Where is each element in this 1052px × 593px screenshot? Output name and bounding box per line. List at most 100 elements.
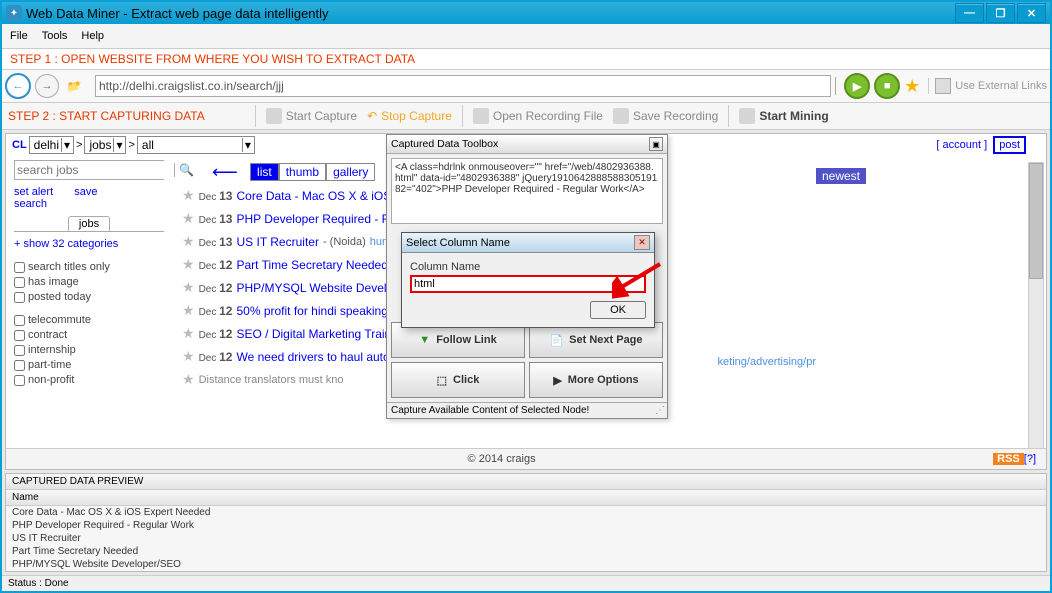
toolbox-status: Capture Available Content of Selected No… [391,405,589,416]
captured-html-box[interactable]: <A class=hdrlnk onmouseover="" href="/we… [391,158,663,224]
preview-title: CAPTURED DATA PREVIEW [6,474,1046,490]
filter-checkbox[interactable]: non-profit [14,374,164,386]
dialog-close-button[interactable]: ✕ [634,235,650,250]
preview-row[interactable]: Part Time Secretary Needed [6,545,1046,558]
more-options-button[interactable]: ▶More Options [529,362,663,398]
title-text: Web Data Miner - Extract web page data i… [26,6,329,21]
star-icon[interactable]: ★ [182,371,195,388]
stop-button[interactable]: ■ [874,73,900,99]
select-column-dialog: Select Column Name✕ Column Name OK [401,232,655,328]
click-button[interactable]: ⬚Click [391,362,525,398]
rss-button[interactable]: RSS [993,453,1024,465]
links-icon [935,78,951,94]
job-link[interactable]: 50% profit for hindi speaking b [236,304,397,318]
help-link[interactable]: [?] [1024,453,1036,465]
back-arrow-icon[interactable]: ⟵ [212,162,238,182]
favorites-icon[interactable]: 📁★ [63,75,91,97]
category-select[interactable]: all▾ [137,136,255,154]
undo-icon: ↶ [367,109,377,123]
forward-button[interactable]: → [35,74,59,98]
go-button[interactable]: ▶ [844,73,870,99]
back-button[interactable]: ← [5,73,31,99]
filter-checkbox[interactable]: search titles only [14,261,164,273]
cl-logo[interactable]: CL [12,139,27,151]
url-input[interactable] [95,75,831,97]
menu-help[interactable]: Help [81,30,104,42]
preview-row[interactable]: PHP Developer Required - Regular Work [6,519,1046,532]
app-icon: ✦ [6,5,22,21]
job-link[interactable]: We need drivers to haul auto p [236,350,399,364]
job-link[interactable]: PHP Developer Required - Re [236,212,397,226]
page-icon: 📄 [549,334,563,347]
search-link[interactable]: search [14,198,47,210]
external-links-button[interactable]: Use External Links [955,80,1047,92]
job-link[interactable]: Core Data - Mac OS X & iOS [236,189,391,203]
save-search-link[interactable]: save [74,186,97,198]
show-categories-link[interactable]: + show 32 categories [14,238,164,250]
sidebar: 🔍 set alert save search jobs + show 32 c… [14,160,164,394]
close-button[interactable]: ✕ [1017,3,1046,23]
arrow-down-icon: ▼ [419,334,430,346]
star-icon[interactable]: ★ [904,76,920,97]
star-icon[interactable]: ★ [182,279,195,296]
star-icon[interactable]: ★ [182,302,195,319]
job-date: Dec 13 [199,189,233,203]
toolbox-title: Captured Data Toolbox [391,138,498,150]
capture-toolbar: STEP 2 : START CAPTURING DATA Start Capt… [2,103,1050,130]
ok-button[interactable]: OK [590,301,646,319]
column-name-label: Column Name [410,261,646,273]
captured-data-preview: CAPTURED DATA PREVIEW Name Core Data - M… [5,473,1047,572]
job-link[interactable]: US IT Recruiter [236,235,318,249]
star-icon[interactable]: ★ [182,187,195,204]
menu-file[interactable]: File [10,30,28,42]
star-icon[interactable]: ★ [182,325,195,342]
preview-row[interactable]: PHP/MYSQL Website Developer/SEO [6,558,1046,571]
pick-icon [739,108,755,124]
filter-checkbox[interactable]: posted today [14,291,164,303]
start-capture-button[interactable]: Start Capture [266,108,357,124]
preview-row[interactable]: US IT Recruiter [6,532,1046,545]
preview-row[interactable]: Core Data - Mac OS X & iOS Expert Needed [6,506,1046,519]
job-link[interactable]: Part Time Secretary Needed - [236,258,395,272]
camera-icon [266,108,282,124]
filter-checkbox[interactable]: telecommute [14,314,164,326]
jobs-tab[interactable]: jobs [68,216,110,231]
location-select[interactable]: delhi▾ [29,136,74,154]
star-icon[interactable]: ★ [182,348,195,365]
filter-checkbox[interactable]: internship [14,344,164,356]
disk-icon [613,108,629,124]
set-alert-link[interactable]: set alert [14,186,53,198]
search-input[interactable] [15,161,174,179]
column-name-input[interactable] [410,275,646,293]
menu-tools[interactable]: Tools [42,30,68,42]
account-link[interactable]: account [943,139,982,151]
filter-checkbox[interactable]: has image [14,276,164,288]
stop-capture-button[interactable]: ↶Stop Capture [367,109,452,123]
options-icon: ▶ [553,374,561,387]
vertical-scrollbar[interactable] [1028,162,1044,449]
section-select[interactable]: jobs▾ [84,136,126,154]
preview-column-header[interactable]: Name [6,490,1046,506]
toolbox-collapse-button[interactable]: ▣ [649,137,663,151]
job-date: Dec 13 [199,235,233,249]
minimize-button[interactable]: — [955,3,984,23]
save-recording-button[interactable]: Save Recording [613,108,718,124]
filter-checkbox[interactable]: part-time [14,359,164,371]
post-button[interactable]: post [993,136,1026,154]
tab-thumb[interactable]: thumb [279,163,326,181]
start-mining-button[interactable]: Start Mining [739,108,828,124]
cursor-icon: ⬚ [437,374,447,387]
job-link[interactable]: SEO / Digital Marketing Train [236,327,391,341]
tab-list[interactable]: list [250,163,279,181]
resize-grip-icon[interactable]: ⋰ [655,405,663,416]
star-icon[interactable]: ★ [182,256,195,273]
tab-gallery[interactable]: gallery [326,163,375,181]
maximize-button[interactable]: ❐ [986,3,1015,23]
star-icon[interactable]: ★ [182,210,195,227]
job-link[interactable]: PHP/MYSQL Website Devel [236,281,386,295]
address-bar: ← → 📁★ ▶ ■ ★ Use External Links [2,69,1050,103]
open-recording-button[interactable]: Open Recording File [473,108,603,124]
newest-chip[interactable]: newest [816,168,866,184]
star-icon[interactable]: ★ [182,233,195,250]
filter-checkbox[interactable]: contract [14,329,164,341]
